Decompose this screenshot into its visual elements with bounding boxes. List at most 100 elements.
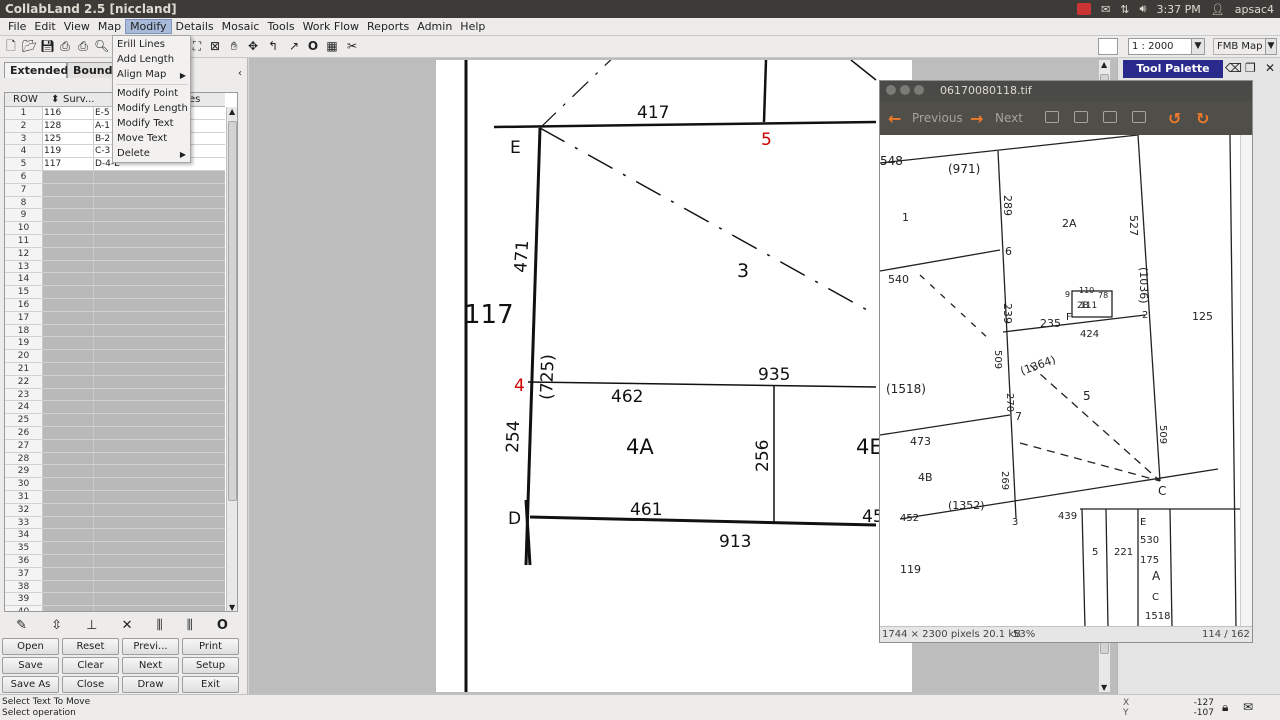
values-cell[interactable] [94, 363, 225, 375]
print-button[interactable]: Print [182, 638, 239, 655]
preview-button[interactable]: Previ... [122, 638, 179, 655]
table-row[interactable]: 21 [5, 363, 225, 376]
multi-lines-icon[interactable]: ⫼ [187, 618, 193, 633]
survey-number-cell[interactable]: 119 [43, 145, 94, 158]
clock[interactable]: 3:37 PM [1156, 3, 1200, 16]
boundary-line[interactable] [529, 515, 877, 527]
table-row[interactable]: 9 [5, 209, 225, 223]
values-cell[interactable] [94, 414, 225, 426]
maximize-icon[interactable] [914, 85, 924, 95]
circle-tool-icon[interactable]: O [306, 39, 320, 53]
new-file-icon[interactable]: 🗋︎ [4, 39, 18, 53]
values-cell[interactable] [94, 606, 225, 611]
values-cell[interactable] [94, 593, 225, 606]
values-cell[interactable] [94, 555, 225, 567]
menu-item-modify-point[interactable]: Modify Point [117, 88, 178, 99]
circle-icon[interactable]: O [217, 618, 228, 633]
menu-item-modify-text[interactable]: Modify Text [117, 118, 174, 129]
table-row[interactable]: 24 [5, 401, 225, 415]
survey-number-cell[interactable] [43, 273, 94, 286]
values-cell[interactable] [94, 337, 225, 350]
survey-number-cell[interactable] [43, 401, 94, 414]
menu-tools[interactable]: Tools [263, 20, 298, 33]
move-icon[interactable]: ✥ [246, 39, 260, 53]
restore-icon[interactable]: ❐ [1245, 61, 1256, 75]
table-row[interactable]: 13 [5, 260, 225, 274]
survey-number-cell[interactable] [43, 209, 94, 222]
close-icon[interactable] [886, 85, 896, 95]
previous-arrow-icon[interactable]: ← [888, 109, 901, 128]
zoom-out-icon[interactable] [1074, 111, 1088, 123]
values-cell[interactable] [94, 350, 225, 362]
values-cell[interactable] [94, 311, 225, 324]
survey-number-cell[interactable] [43, 324, 94, 337]
survey-number-cell[interactable] [43, 414, 94, 426]
survey-number-cell[interactable] [43, 222, 94, 234]
values-cell[interactable] [94, 529, 225, 542]
table-row[interactable]: 7 [5, 183, 225, 197]
sort-icon[interactable]: ⬍ [51, 94, 59, 105]
table-scrollbar[interactable]: ▲ ▼ [226, 107, 237, 611]
table-row[interactable]: 12 [5, 247, 225, 261]
column-header-row[interactable]: ROW [13, 94, 38, 105]
survey-number-cell[interactable] [43, 260, 94, 273]
survey-number-cell[interactable] [43, 491, 94, 503]
close-icon[interactable]: ✕ [1265, 61, 1275, 75]
menu-item-add-length[interactable]: Add Length [117, 54, 174, 65]
survey-number-cell[interactable] [43, 555, 94, 567]
table-row[interactable]: 27 [5, 439, 225, 453]
survey-number-cell[interactable] [43, 183, 94, 196]
menu-view[interactable]: View [60, 20, 94, 33]
boundary-line[interactable] [527, 381, 877, 388]
brush-icon[interactable]: ✎ [16, 618, 27, 633]
menu-edit[interactable]: Edit [30, 20, 59, 33]
values-cell[interactable] [94, 222, 225, 234]
table-row[interactable]: 34 [5, 529, 225, 543]
values-cell[interactable] [94, 567, 225, 580]
survey-number-cell[interactable]: 125 [43, 132, 94, 145]
menu-help[interactable]: Help [456, 20, 489, 33]
zoom-extent-icon[interactable]: ⛶ [190, 39, 204, 53]
table-row[interactable]: 25 [5, 414, 225, 427]
table-row[interactable]: 10 [5, 222, 225, 235]
survey-number-cell[interactable] [43, 427, 94, 439]
table-row[interactable]: 11 [5, 235, 225, 248]
zoom-normal-icon[interactable] [1103, 111, 1117, 123]
survey-number-cell[interactable] [43, 286, 94, 298]
table-row[interactable]: 23 [5, 388, 225, 402]
survey-number-cell[interactable] [43, 363, 94, 375]
survey-number-cell[interactable] [43, 375, 94, 388]
print-preview-icon[interactable]: ⎙ [76, 39, 90, 53]
values-cell[interactable] [94, 375, 225, 388]
minimize-icon[interactable] [900, 85, 910, 95]
values-cell[interactable] [94, 491, 225, 503]
menu-file[interactable]: File [4, 20, 30, 33]
table-row[interactable]: 19 [5, 337, 225, 351]
values-cell[interactable] [94, 516, 225, 529]
pan-hand-icon[interactable]: ✋︎ [227, 39, 241, 53]
survey-number-cell[interactable] [43, 516, 94, 529]
save-button[interactable]: Save [2, 657, 59, 674]
survey-number-cell[interactable] [43, 235, 94, 247]
table-row[interactable]: 14 [5, 273, 225, 287]
table-row[interactable]: 20 [5, 350, 225, 363]
mail-icon[interactable]: ✉ [1101, 3, 1110, 16]
values-cell[interactable] [94, 478, 225, 490]
scrollbar-thumb[interactable] [228, 121, 237, 501]
values-cell[interactable] [94, 401, 225, 414]
table-row[interactable]: 17 [5, 311, 225, 325]
survey-number-cell[interactable] [43, 439, 94, 452]
snap-icon[interactable]: ✉ [1243, 700, 1253, 714]
table-row[interactable]: 18 [5, 324, 225, 338]
survey-number-cell[interactable] [43, 196, 94, 209]
table-row[interactable]: 31 [5, 491, 225, 504]
survey-number-cell[interactable] [43, 247, 94, 260]
table-row[interactable]: 37 [5, 567, 225, 581]
print-icon[interactable]: ⎙ [58, 39, 72, 53]
values-cell[interactable] [94, 388, 225, 401]
tab-boundaries[interactable]: Bounda [67, 62, 120, 78]
survey-number-cell[interactable] [43, 478, 94, 490]
survey-number-cell[interactable] [43, 542, 94, 554]
values-cell[interactable] [94, 247, 225, 260]
values-cell[interactable] [94, 286, 225, 298]
